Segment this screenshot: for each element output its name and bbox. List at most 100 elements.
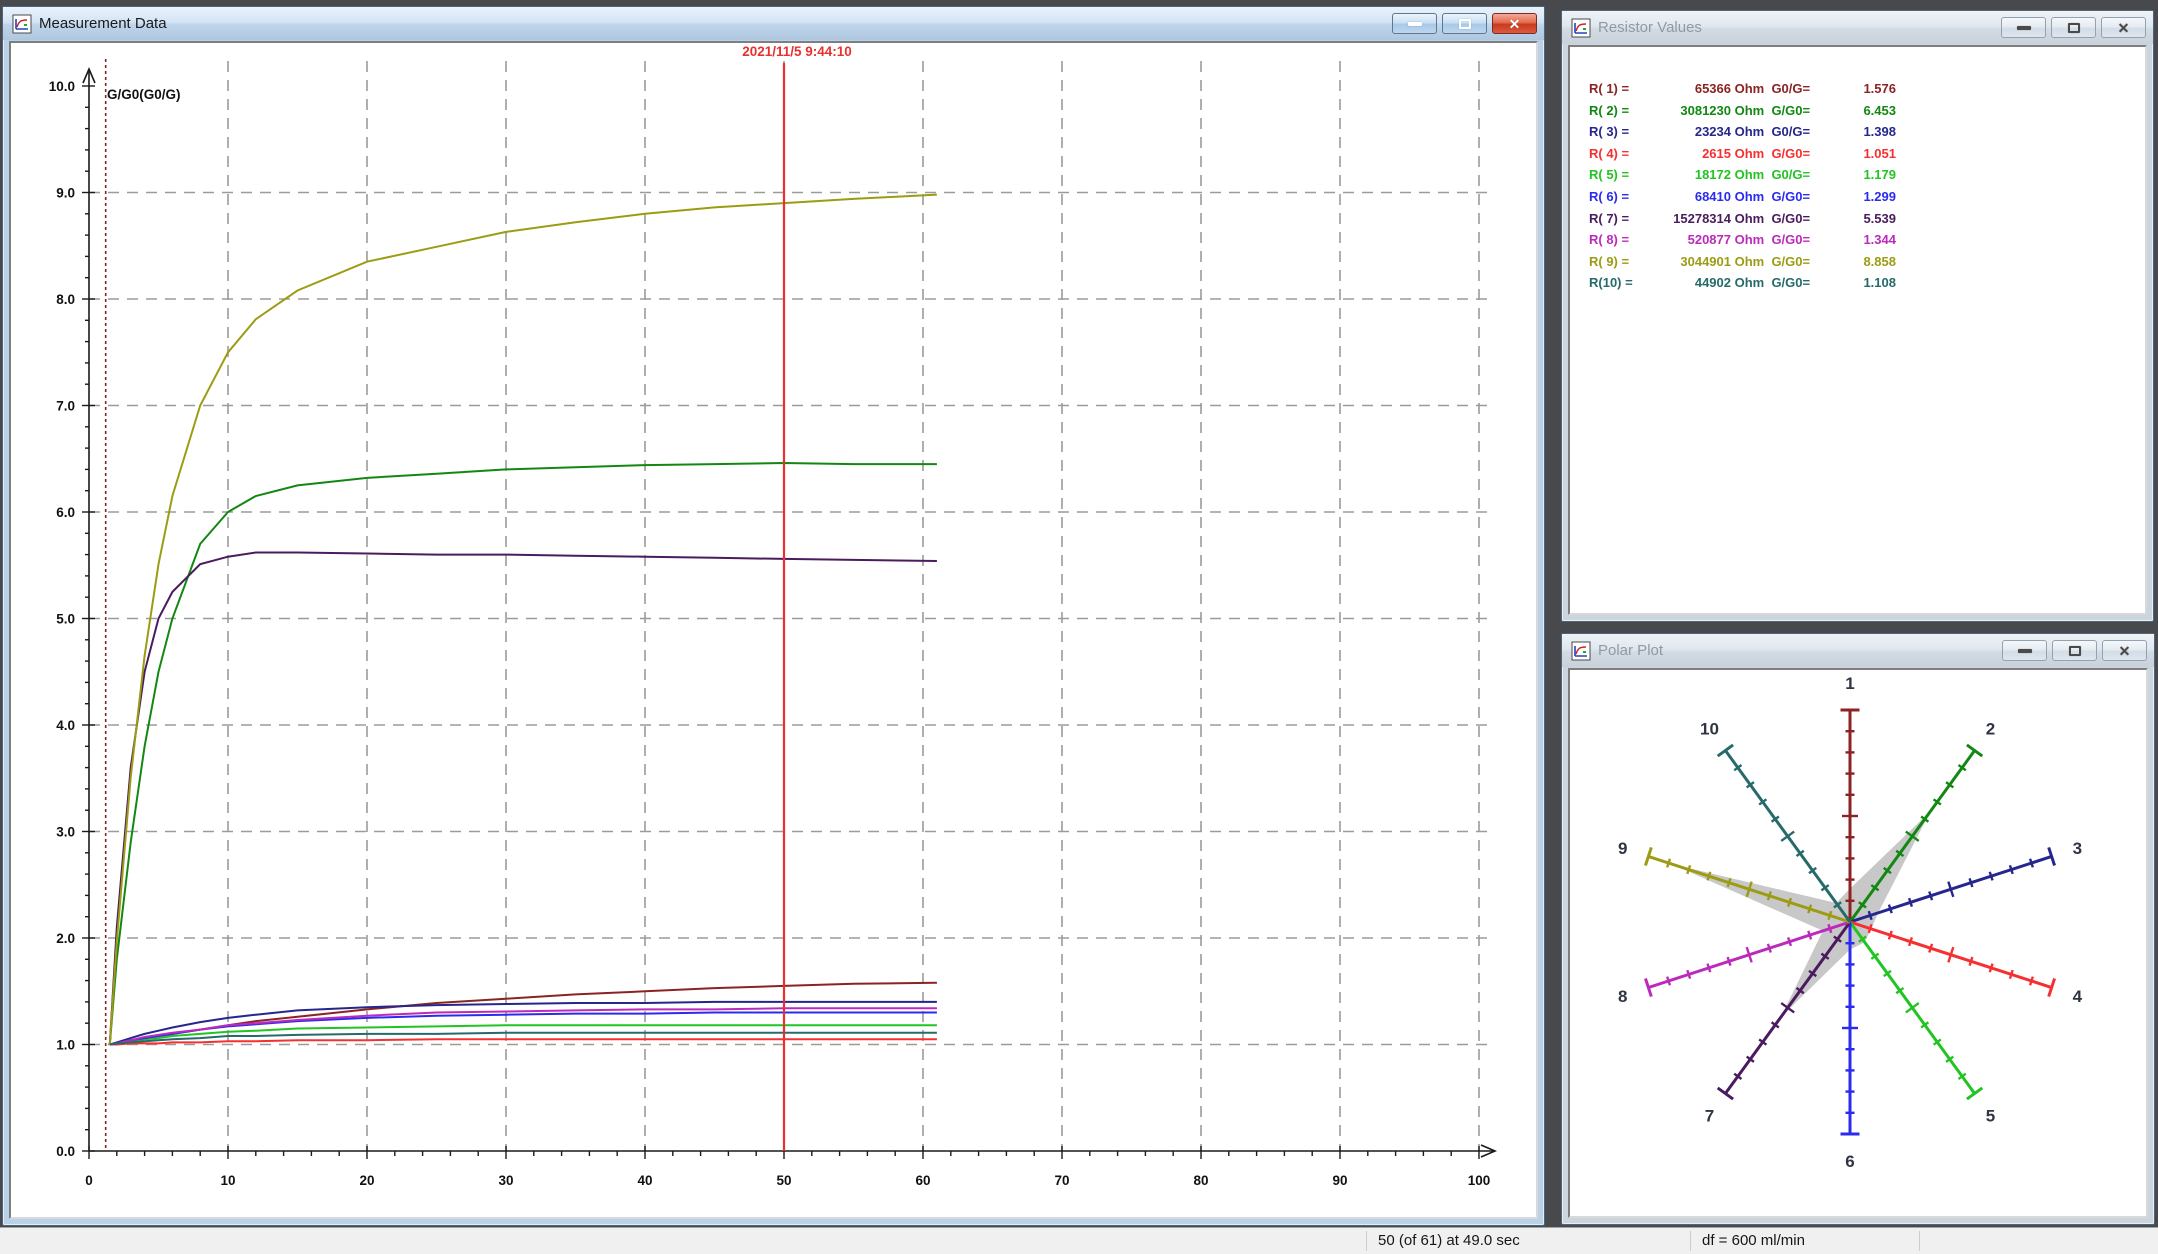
ratio-label: Ohm G/G0= (1731, 229, 1810, 251)
polar-plot-window: Polar Plot ✕ 12345678910 (1561, 633, 2155, 1225)
ratio-label: Ohm G/G0= (1731, 208, 1810, 230)
restore-button[interactable] (2051, 17, 2096, 38)
status-separator (1366, 1231, 1367, 1251)
resistance-value: 520877 (1653, 229, 1731, 251)
polar-window-title: Polar Plot (1598, 642, 1997, 659)
status-separator (1919, 1231, 1920, 1251)
ratio-label: Ohm G/G0= (1731, 100, 1810, 122)
resistor-label: R(10) = (1589, 272, 1653, 294)
status-flow-rate: df = 600 ml/min (1702, 1228, 1805, 1254)
polar-window-titlebar[interactable]: Polar Plot ✕ (1562, 634, 2154, 667)
svg-text:50: 50 (776, 1173, 791, 1188)
ratio-label: Ohm G/G0= (1731, 186, 1810, 208)
polar-ray-label-9: 9 (1618, 839, 1627, 858)
resistance-value: 18172 (1653, 164, 1731, 186)
restore-button[interactable] (1442, 13, 1487, 34)
polar-ray-label-1: 1 (1845, 674, 1854, 693)
resistance-value: 68410 (1653, 186, 1731, 208)
svg-text:90: 90 (1332, 1173, 1347, 1188)
polar-ray-label-8: 8 (1618, 987, 1627, 1006)
measurement-window-titlebar[interactable]: Measurement Data ✕ (3, 7, 1544, 40)
polar-ray-2 (1850, 745, 1982, 922)
ratio-label: Ohm G0/G= (1731, 121, 1810, 143)
svg-text:0: 0 (85, 1173, 93, 1188)
polar-ray-label-4: 4 (2073, 987, 2083, 1006)
resistor-values-window: Resistor Values ✕ R( 1) =65366 Ohm G0/G=… (1561, 10, 2154, 622)
svg-text:30: 30 (498, 1173, 513, 1188)
ratio-value: 8.858 (1816, 251, 1896, 273)
axis-ticks (82, 86, 1479, 1159)
timestamp-label: 2021/11/5 9:44:10 (742, 44, 852, 59)
app-icon (1571, 641, 1591, 661)
minimize-button[interactable] (2002, 640, 2047, 661)
resistor-row: R( 3) =23234 Ohm G0/G= 1.398 (1589, 121, 2145, 143)
resistance-value: 65366 (1653, 78, 1731, 100)
resistor-label: R( 9) = (1589, 251, 1653, 273)
resistor-label: R( 3) = (1589, 121, 1653, 143)
resistance-value: 3044901 (1653, 251, 1731, 273)
resistor-window-titlebar[interactable]: Resistor Values ✕ (1562, 11, 2153, 44)
svg-text:8.0: 8.0 (56, 292, 75, 307)
ratio-value: 1.179 (1816, 164, 1896, 186)
ratio-value: 5.539 (1816, 208, 1896, 230)
polar-ray-7 (1718, 922, 1850, 1099)
svg-text:60: 60 (915, 1173, 930, 1188)
ratio-value: 1.398 (1816, 121, 1896, 143)
resistor-label: R( 6) = (1589, 186, 1653, 208)
resistor-row: R( 4) =2615 Ohm G/G0=1.051 (1589, 143, 2145, 165)
svg-text:10.0: 10.0 (49, 79, 75, 94)
series-r9 (110, 195, 937, 1045)
svg-text:4.0: 4.0 (56, 718, 75, 733)
status-progress: 50 (of 61) at 49.0 sec (1378, 1228, 1520, 1254)
polar-radar-chart: 12345678910 (1570, 670, 2148, 1218)
svg-text:100: 100 (1468, 1173, 1491, 1188)
restore-icon (2068, 23, 2080, 33)
resistance-value: 15278314 (1653, 208, 1731, 230)
axes (83, 69, 1495, 1157)
measurement-data-window: Measurement Data ✕ 010203040506070809010… (2, 6, 1545, 1226)
svg-text:1.0: 1.0 (56, 1038, 75, 1053)
svg-text:9.0: 9.0 (56, 186, 75, 201)
polar-ray-label-6: 6 (1845, 1152, 1854, 1171)
close-button[interactable]: ✕ (2101, 17, 2146, 38)
measurement-chart-area: 01020304050607080901000.01.02.03.04.05.0… (9, 41, 1538, 1219)
series-r2 (110, 463, 937, 1045)
minimize-button[interactable] (2001, 17, 2046, 38)
ratio-label: Ohm G0/G= (1731, 78, 1810, 100)
polar-plot-area: 12345678910 (1568, 668, 2148, 1218)
svg-text:10: 10 (220, 1173, 235, 1188)
ratio-value: 1.344 (1816, 229, 1896, 251)
app-icon (1571, 18, 1591, 38)
resistor-row: R( 2) =3081230 Ohm G/G0=6.453 (1589, 100, 2145, 122)
minimize-button[interactable] (1392, 13, 1437, 34)
svg-text:7.0: 7.0 (56, 399, 75, 414)
ratio-label: Ohm G0/G= (1731, 164, 1810, 186)
desktop: Measurement Data ✕ 010203040506070809010… (0, 0, 2158, 1254)
close-button[interactable]: ✕ (1492, 13, 1537, 34)
ratio-label: Ohm G/G0= (1731, 251, 1810, 273)
restore-icon (2069, 646, 2081, 656)
resistor-row: R(10) =44902 Ohm G/G0=1.108 (1589, 272, 2145, 294)
svg-text:3.0: 3.0 (56, 825, 75, 840)
resistor-row: R( 6) =68410 Ohm G/G0= 1.299 (1589, 186, 2145, 208)
resistance-value: 2615 (1653, 143, 1731, 165)
resistor-label: R( 7) = (1589, 208, 1653, 230)
ratio-value: 1.299 (1816, 186, 1896, 208)
resistance-value: 23234 (1653, 121, 1731, 143)
polar-ray-label-3: 3 (2073, 839, 2082, 858)
close-button[interactable]: ✕ (2102, 640, 2147, 661)
svg-text:5.0: 5.0 (56, 612, 75, 627)
svg-text:0.0: 0.0 (56, 1144, 75, 1159)
gridlines (89, 61, 1493, 1151)
restore-button[interactable] (2052, 640, 2097, 661)
close-icon: ✕ (2119, 644, 2131, 658)
resistor-label: R( 2) = (1589, 100, 1653, 122)
resistor-row: R( 9) =3044901 Ohm G/G0= 8.858 (1589, 251, 2145, 273)
svg-text:80: 80 (1193, 1173, 1208, 1188)
polar-ray-label-2: 2 (1986, 720, 1995, 739)
polar-ray-label-5: 5 (1986, 1106, 1995, 1125)
resistor-row: R( 7) =15278314 Ohm G/G0= 5.539 (1589, 208, 2145, 230)
resistor-window-title: Resistor Values (1598, 19, 1996, 36)
data-series (110, 195, 937, 1045)
resistor-values-list: R( 1) =65366 Ohm G0/G=1.576R( 2) =308123… (1570, 47, 2145, 294)
